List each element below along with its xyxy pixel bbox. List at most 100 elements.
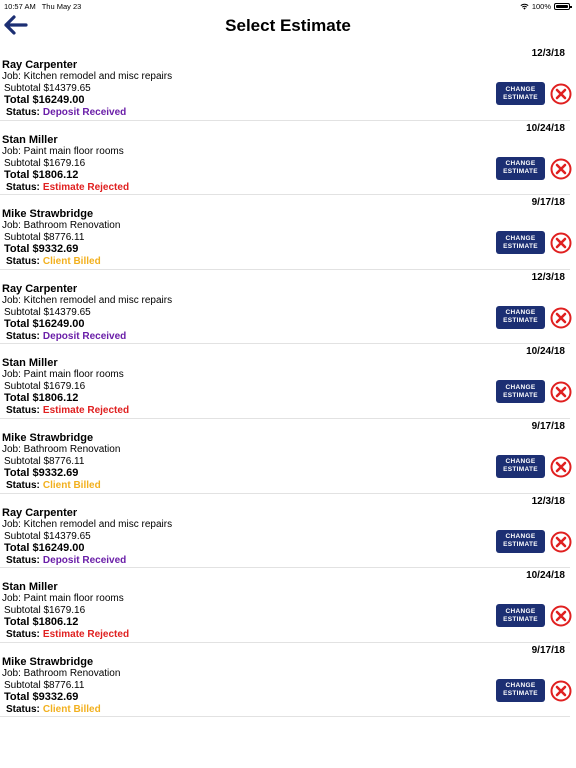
total: Total $16249.00 (4, 94, 85, 106)
status-time: 10:57 AM (4, 2, 36, 11)
subtotal: Subtotal $1679.16 (4, 381, 86, 393)
change-estimate-button[interactable]: CHANGE ESTIMATE (496, 454, 545, 478)
estimate-date: 9/17/18 (531, 644, 565, 656)
change-estimate-button[interactable]: CHANGE ESTIMATE (496, 380, 545, 404)
status-label: Status: (6, 479, 40, 491)
status-value: Estimate Rejected (42, 181, 130, 193)
estimate-date: 9/17/18 (531, 420, 565, 432)
estimate-row[interactable]: 10/24/18 Stan Miller Job: Paint main flo… (0, 568, 572, 643)
estimate-date: 10/24/18 (526, 122, 565, 134)
estimate-date: 10/24/18 (526, 570, 565, 582)
status-value: Deposit Received (42, 554, 127, 566)
job-description: Job: Bathroom Renovation (2, 667, 121, 679)
status-label: Status: (6, 330, 40, 342)
subtotal: Subtotal $14379.65 (4, 83, 91, 94)
client-name: Ray Carpenter (2, 506, 78, 519)
change-estimate-button[interactable]: CHANGE ESTIMATE (496, 604, 545, 628)
estimate-date: 12/3/18 (531, 48, 565, 59)
client-name: Mike Strawbridge (2, 655, 94, 668)
job-description: Job: Bathroom Renovation (2, 220, 121, 232)
change-estimate-button[interactable]: CHANGE ESTIMATE (496, 156, 545, 180)
total: Total $16249.00 (4, 541, 85, 554)
subtotal: Subtotal $14379.65 (4, 306, 91, 318)
estimate-row[interactable]: 10/24/18 Stan Miller Job: Paint main flo… (0, 121, 572, 196)
estimate-date: 10/24/18 (526, 346, 565, 358)
client-name: Mike Strawbridge (2, 208, 94, 221)
status-value: Deposit Received (42, 330, 127, 342)
client-name: Stan Miller (2, 357, 58, 370)
status-date: Thu May 23 (41, 2, 82, 11)
status-line: Status: Estimate Rejected (6, 629, 129, 640)
delete-icon[interactable] (550, 680, 572, 702)
subtotal: Subtotal $14379.65 (4, 530, 91, 542)
change-estimate-button[interactable]: CHANGE ESTIMATE (496, 82, 545, 105)
status-value: Estimate Rejected (42, 629, 130, 641)
delete-icon[interactable] (550, 158, 572, 180)
client-name: Ray Carpenter (2, 282, 78, 295)
job-description: Job: Kitchen remodel and misc repairs (2, 294, 173, 306)
status-line: Status: Client Billed (6, 256, 101, 267)
status-value: Client Billed (42, 256, 101, 268)
total: Total $1806.12 (4, 616, 79, 629)
estimate-row[interactable]: 10/24/18 Stan Miller Job: Paint main flo… (0, 344, 572, 419)
change-estimate-button[interactable]: CHANGE ESTIMATE (496, 678, 545, 702)
job-description: Job: Paint main floor rooms (2, 369, 124, 381)
estimate-list: 12/3/18 Ray Carpenter Job: Kitchen remod… (0, 46, 576, 718)
change-estimate-button[interactable]: CHANGE ESTIMATE (496, 231, 545, 255)
job-description: Job: Paint main floor rooms (2, 145, 124, 157)
status-line: Status: Deposit Received (6, 331, 126, 342)
total: Total $9332.69 (4, 466, 79, 479)
estimate-row[interactable]: 9/17/18 Mike Strawbridge Job: Bathroom R… (0, 195, 572, 270)
status-label: Status: (6, 107, 40, 118)
delete-icon[interactable] (550, 83, 572, 105)
status-value: Client Billed (42, 479, 101, 491)
subtotal: Subtotal $8776.11 (4, 455, 85, 467)
estimate-date: 12/3/18 (531, 271, 565, 283)
delete-icon[interactable] (550, 381, 572, 403)
status-label: Status: (6, 181, 40, 193)
total: Total $1806.12 (4, 392, 79, 405)
status-line: Status: Client Billed (6, 704, 101, 715)
status-line: Status: Estimate Rejected (6, 182, 129, 193)
battery-percent: 100% (531, 2, 551, 11)
change-estimate-button[interactable]: CHANGE ESTIMATE (496, 305, 545, 329)
estimate-row[interactable]: 9/17/18 Mike Strawbridge Job: Bathroom R… (0, 643, 572, 718)
delete-icon[interactable] (550, 605, 572, 627)
estimate-date: 12/3/18 (531, 495, 565, 507)
status-label: Status: (6, 703, 40, 715)
status-label: Status: (6, 405, 40, 417)
subtotal: Subtotal $8776.11 (4, 232, 85, 244)
job-description: Job: Paint main floor rooms (2, 593, 124, 605)
client-name: Stan Miller (2, 581, 58, 594)
subtotal: Subtotal $8776.11 (4, 679, 85, 691)
estimate-row[interactable]: 12/3/18 Ray Carpenter Job: Kitchen remod… (0, 270, 572, 345)
status-label: Status: (6, 256, 40, 268)
estimate-row[interactable]: 12/3/18 Ray Carpenter Job: Kitchen remod… (0, 494, 572, 569)
estimate-row[interactable]: 12/3/18 Ray Carpenter Job: Kitchen remod… (0, 46, 572, 121)
status-bar: 10:57 AM Thu May 23 100% (0, 0, 576, 12)
page-title: Select Estimate (225, 16, 351, 35)
status-value: Estimate Rejected (42, 405, 130, 417)
client-name: Ray Carpenter (2, 59, 78, 71)
delete-icon[interactable] (550, 531, 572, 553)
client-name: Stan Miller (2, 133, 58, 146)
total: Total $9332.69 (4, 690, 79, 703)
status-value: Client Billed (42, 703, 101, 715)
job-description: Job: Bathroom Renovation (2, 443, 121, 455)
estimate-row[interactable]: 9/17/18 Mike Strawbridge Job: Bathroom R… (0, 419, 572, 494)
status-label: Status: (6, 629, 40, 641)
status-line: Status: Client Billed (6, 480, 101, 491)
status-line: Status: Deposit Received (6, 555, 126, 566)
delete-icon[interactable] (550, 307, 572, 329)
delete-icon[interactable] (550, 456, 572, 478)
delete-icon[interactable] (550, 232, 572, 254)
change-estimate-button[interactable]: CHANGE ESTIMATE (496, 529, 545, 553)
job-description: Job: Kitchen remodel and misc repairs (2, 518, 173, 530)
total: Total $1806.12 (4, 168, 79, 181)
subtotal: Subtotal $1679.16 (4, 157, 86, 169)
wifi-icon (520, 3, 529, 10)
battery-icon (554, 3, 572, 10)
status-value: Deposit Received (42, 107, 127, 118)
estimate-date: 9/17/18 (531, 197, 565, 209)
navigation-bar: Select Estimate (0, 12, 576, 42)
